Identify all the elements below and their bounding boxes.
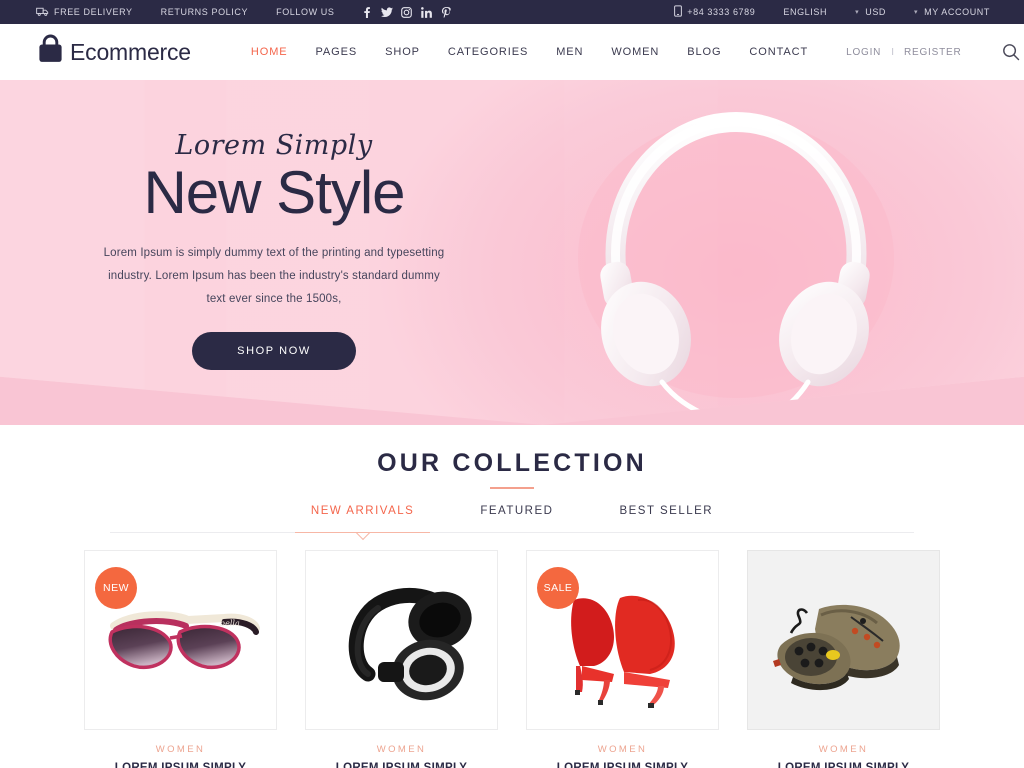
- product-name[interactable]: LOREM IPSUM SIMPLY: [84, 762, 277, 768]
- product-card[interactable]: SALE WOMEN LOREM IPSUM SIMPLY: [526, 550, 719, 768]
- product-info: WOMEN LOREM IPSUM SIMPLY $250: [747, 730, 940, 768]
- product-name[interactable]: LOREM IPSUM SIMPLY: [747, 762, 940, 768]
- phone-icon: [674, 5, 683, 19]
- site-header: Ecommerce HOME PAGES SHOP CATEGORIES MEN…: [0, 24, 1024, 80]
- sale-badge: SALE: [537, 567, 579, 609]
- follow-us-label-wrap: FOLLOW US: [262, 7, 348, 17]
- shopping-bag-icon: [38, 34, 63, 68]
- follow-us-label: FOLLOW US: [276, 7, 335, 17]
- collection-section: OUR COLLECTION NEW ARRIVALS FEATURED BES…: [0, 425, 1024, 768]
- product-category: WOMEN: [818, 744, 869, 755]
- logo-text: Ecommerce: [70, 38, 191, 65]
- returns-policy-link[interactable]: RETURNS POLICY: [147, 7, 262, 17]
- product-info: WOMEN LOREM IPSUM SIMPLY $250: [526, 730, 719, 768]
- language-label: ENGLISH: [783, 7, 828, 17]
- search-icon[interactable]: [1002, 43, 1020, 61]
- twitter-icon[interactable]: [377, 2, 397, 22]
- tab-best-seller[interactable]: BEST SELLER: [619, 505, 713, 533]
- hero-copy: Lorem Simply New Style Lorem Ipsum is si…: [100, 132, 448, 370]
- product-thumbnail[interactable]: SALE: [526, 550, 719, 730]
- nav-item-shop[interactable]: SHOP: [371, 46, 434, 58]
- product-grid: NEW bella WOMEN LOREM IPSUM SIMPLY WOMEN…: [0, 550, 1024, 768]
- hero-paragraph: Lorem Ipsum is simply dummy text of the …: [103, 246, 445, 305]
- nav-item-men[interactable]: MEN: [542, 46, 597, 58]
- hero-content: Lorem Simply New Style Lorem Ipsum is si…: [0, 80, 1024, 425]
- header-icons: 0: [1002, 43, 1024, 62]
- product-name[interactable]: LOREM IPSUM SIMPLY: [526, 762, 719, 768]
- truck-icon: [36, 6, 49, 19]
- product-thumbnail[interactable]: [747, 550, 940, 730]
- returns-policy-label: RETURNS POLICY: [160, 7, 249, 17]
- product-card[interactable]: WOMEN LOREM IPSUM SIMPLY $250: [305, 550, 498, 768]
- new-badge: NEW: [95, 567, 137, 609]
- product-category: WOMEN: [597, 744, 648, 755]
- shop-now-button[interactable]: SHOP NOW: [192, 331, 356, 370]
- nav-item-contact[interactable]: CONTACT: [735, 46, 822, 58]
- hero-title: New Style: [143, 159, 405, 226]
- free-delivery-link[interactable]: FREE DELIVERY: [36, 6, 147, 19]
- nav-item-home[interactable]: HOME: [237, 46, 302, 58]
- language-selector[interactable]: ENGLISH: [769, 7, 841, 17]
- top-bar: FREE DELIVERY RETURNS POLICY FOLLOW US +…: [0, 0, 1024, 24]
- product-card[interactable]: NEW bella WOMEN LOREM IPSUM SIMPLY: [84, 550, 277, 768]
- social-links: [349, 2, 457, 22]
- product-info: WOMEN LOREM IPSUM SIMPLY $250: [305, 730, 498, 768]
- currency-label: USD: [865, 7, 887, 17]
- product-card[interactable]: WOMEN LOREM IPSUM SIMPLY $250: [747, 550, 940, 768]
- tab-new-arrivals[interactable]: NEW ARRIVALS: [294, 505, 431, 533]
- hero-banner: Lorem Simply New Style Lorem Ipsum is si…: [0, 80, 1024, 425]
- svg-text:bella: bella: [220, 619, 240, 628]
- top-bar-left: FREE DELIVERY RETURNS POLICY FOLLOW US: [14, 2, 457, 22]
- phone-link[interactable]: +84 3333 6789: [660, 5, 769, 19]
- register-link[interactable]: REGISTER: [894, 47, 972, 58]
- instagram-icon[interactable]: [397, 2, 417, 22]
- tab-featured[interactable]: FEATURED: [480, 505, 553, 533]
- chevron-down-icon: ▾: [855, 9, 860, 16]
- title-underline: [490, 487, 534, 489]
- top-bar-right: +84 3333 6789 ENGLISH ▾ USD ▾ MY ACCOUNT: [660, 5, 1010, 19]
- product-name[interactable]: LOREM IPSUM SIMPLY: [305, 762, 498, 768]
- product-thumbnail[interactable]: NEW bella: [84, 550, 277, 730]
- linkedin-icon[interactable]: [417, 2, 437, 22]
- chevron-down-icon: ▾: [914, 9, 919, 16]
- product-category: WOMEN: [155, 744, 206, 755]
- free-delivery-label: FREE DELIVERY: [54, 7, 133, 17]
- product-info: WOMEN LOREM IPSUM SIMPLY $250: [84, 730, 277, 768]
- nav-item-categories[interactable]: CATEGORIES: [434, 46, 542, 58]
- logo[interactable]: Ecommerce: [38, 34, 191, 68]
- collection-tabs: NEW ARRIVALS FEATURED BEST SELLER: [0, 505, 1024, 533]
- product-category: WOMEN: [376, 744, 427, 755]
- product-thumbnail[interactable]: [305, 550, 498, 730]
- nav-item-women[interactable]: WOMEN: [597, 46, 673, 58]
- auth-links: LOGIN I REGISTER: [836, 47, 971, 58]
- main-nav: HOME PAGES SHOP CATEGORIES MEN WOMEN BLO…: [237, 46, 822, 58]
- page-title: OUR COLLECTION: [377, 449, 647, 477]
- facebook-icon[interactable]: [357, 2, 377, 22]
- phone-number: +84 3333 6789: [687, 7, 756, 17]
- black-headphones-image: [348, 587, 472, 701]
- hiking-shoes-image: [772, 604, 900, 691]
- hero-script-line: Lorem Simply: [175, 130, 373, 161]
- nav-item-blog[interactable]: BLOG: [673, 46, 735, 58]
- my-account-label: MY ACCOUNT: [924, 7, 990, 17]
- my-account-menu[interactable]: ▾ MY ACCOUNT: [900, 7, 1004, 17]
- currency-selector[interactable]: ▾ USD: [841, 7, 900, 17]
- nav-item-pages[interactable]: PAGES: [302, 46, 372, 58]
- pinterest-icon[interactable]: [437, 2, 457, 22]
- login-link[interactable]: LOGIN: [836, 47, 891, 58]
